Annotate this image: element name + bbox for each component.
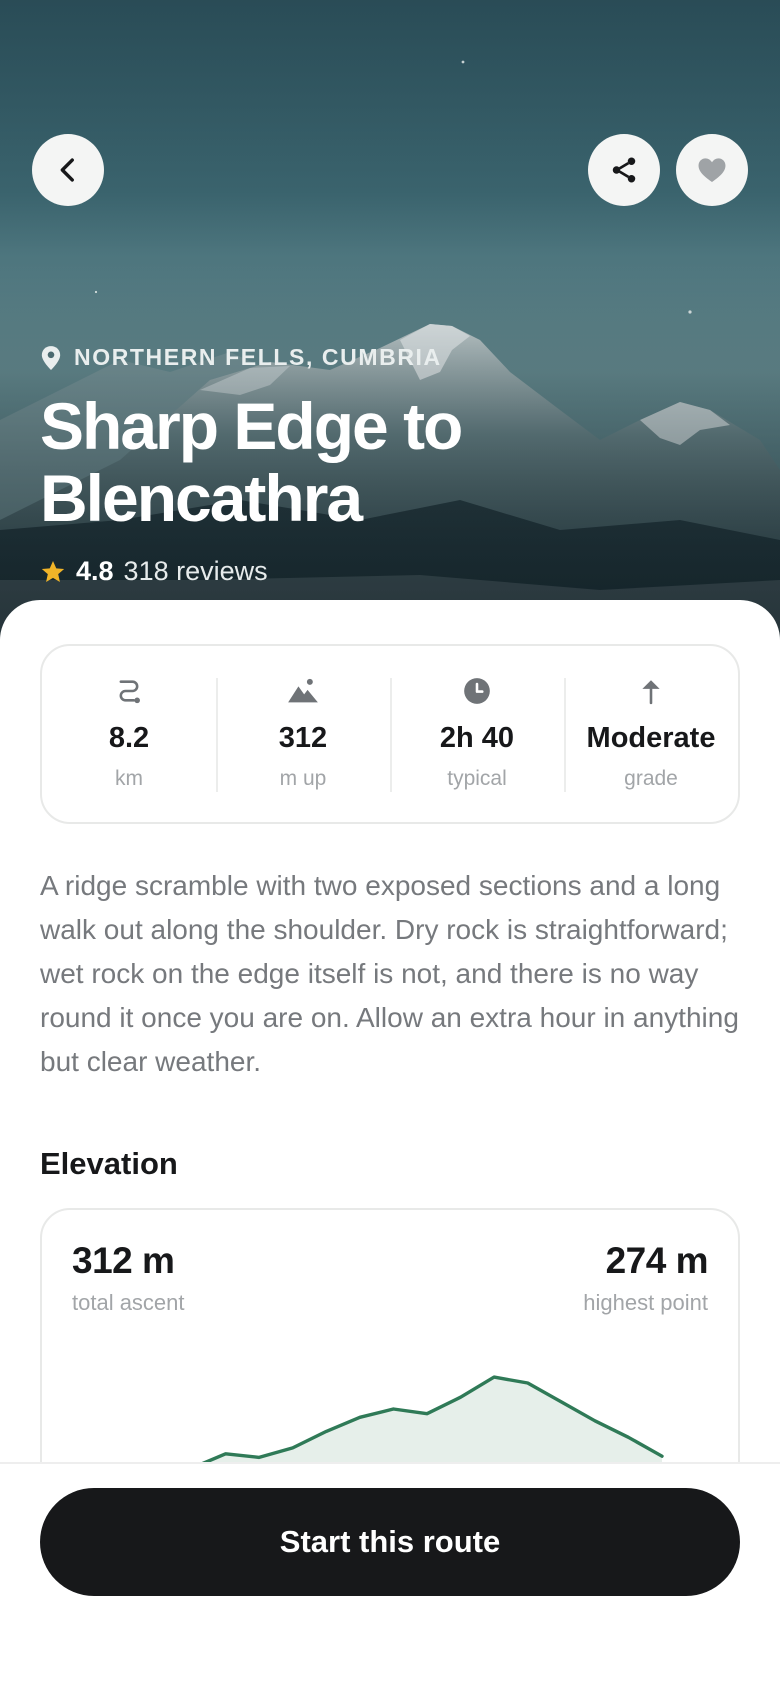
star-icon (41, 560, 65, 582)
stat-distance: 8.2 km (42, 646, 216, 822)
stat-value: 2h 40 (439, 722, 515, 754)
highest-point-value: 274 m (605, 1240, 709, 1281)
arrow-up-icon (642, 680, 660, 705)
stat-grade: Moderate grade (564, 646, 738, 822)
clock-icon (464, 678, 490, 704)
rating-row[interactable]: 4.8 318 reviews (40, 556, 268, 587)
total-ascent-block: 312 m total ascent (72, 1240, 185, 1316)
stat-value: 8.2 (108, 722, 150, 754)
highest-point-label: highest point (583, 1290, 708, 1315)
back-button[interactable] (32, 134, 104, 206)
rating-score: 4.8 (76, 556, 114, 586)
stat-unit: km (115, 767, 143, 790)
location-label: NORTHERN FELLS, CUMBRIA (74, 344, 442, 370)
highest-point-block: 274 m highest point (583, 1240, 708, 1316)
total-ascent-label: total ascent (72, 1290, 185, 1315)
stat-unit: grade (624, 767, 678, 790)
stat-value: 312 (278, 722, 328, 754)
route-icon (119, 680, 140, 704)
share-button[interactable] (588, 134, 660, 206)
stat-unit: typical (447, 767, 507, 790)
location-row: NORTHERN FELLS, CUMBRIA (40, 344, 442, 371)
stat-value: Moderate (586, 722, 716, 754)
total-ascent-value: 312 m (72, 1240, 175, 1281)
heart-icon (698, 158, 726, 183)
favorite-button[interactable] (676, 134, 748, 206)
route-description: A ridge scramble with two exposed sectio… (40, 870, 739, 1077)
route-title: Sharp Edge to Blencathra (40, 389, 463, 535)
hero-gradient-overlay (0, 0, 780, 640)
start-route-button[interactable]: Start this route (40, 1488, 740, 1596)
hero-image: NORTHERN FELLS, CUMBRIA Sharp Edge to Bl… (0, 0, 780, 640)
bottom-action-bar: Start this route (0, 1462, 780, 1688)
stat-unit: m up (279, 767, 327, 790)
elevation-heading: Elevation (40, 1146, 178, 1181)
stat-ascent: 312 m up (216, 646, 390, 822)
mountain-icon (288, 678, 318, 703)
map-pin-icon (41, 345, 61, 370)
chevron-left-icon (60, 158, 74, 182)
stat-duration: 2h 40 typical (390, 646, 564, 822)
review-count: 318 reviews (123, 556, 268, 586)
share-icon (612, 157, 636, 183)
stats-card: 8.2 km 312 m up 2h 40 typical Moderate g… (40, 644, 740, 824)
